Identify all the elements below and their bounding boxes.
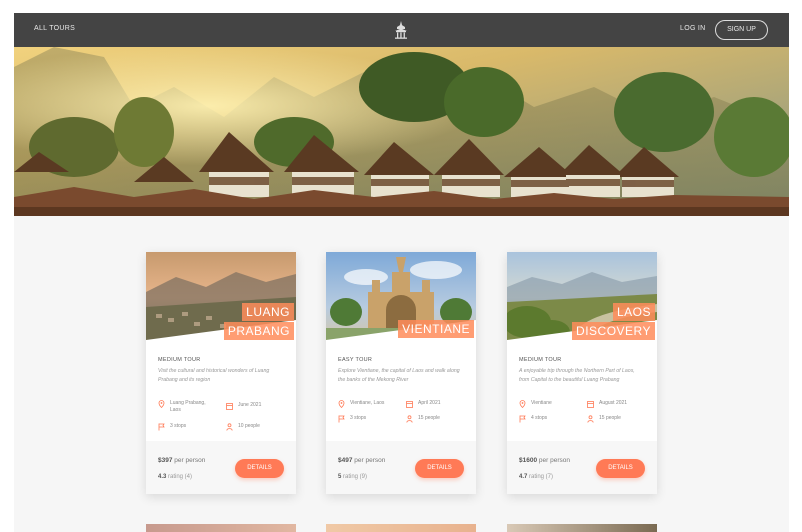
card-title-line: DISCOVERY: [572, 322, 655, 340]
price: $497 per person: [338, 457, 385, 464]
details-button[interactable]: DETAILS: [415, 459, 464, 478]
card-title-line: VIENTIANE: [398, 320, 474, 338]
rating-suffix: rating (7): [527, 474, 554, 480]
person-icon: [587, 415, 594, 423]
stops-info: 3 stops: [158, 423, 218, 431]
location-pin-icon: [338, 400, 345, 408]
rating: 5 rating (9): [338, 474, 367, 480]
date-info: April 2021: [406, 400, 466, 408]
card-footer: $397 per person 4.3 rating (4) DETAILS: [146, 441, 296, 494]
price-suffix: per person: [352, 457, 386, 464]
temple-logo-icon[interactable]: [394, 21, 408, 39]
tour-card-peek: [326, 524, 476, 532]
card-title-line: PRABANG: [223, 322, 294, 340]
price-suffix: per person: [537, 457, 570, 464]
tour-card-peek: [507, 524, 657, 532]
stops-info: 3 stops: [338, 415, 398, 423]
rating-suffix: rating (4): [166, 474, 193, 480]
location-pin-icon: [519, 400, 526, 408]
card-description: A enjoyable trip through the Northern Pa…: [519, 368, 635, 383]
stops-text: 3 stops: [350, 415, 367, 421]
location-text: Vientiane: [531, 400, 552, 406]
card-description: Visit the cultural and historical wonder…: [158, 368, 270, 383]
flag-icon: [338, 415, 345, 423]
location-text: Vientiane, Laos: [350, 400, 385, 406]
card-title: LAOS DISCOVERY: [572, 302, 655, 340]
location-info: Luang Prabang, Laos: [158, 400, 214, 413]
stops-text: 4 stops: [531, 415, 548, 421]
card-title: LUANG PRABANG: [223, 302, 294, 340]
login-link[interactable]: LOG IN: [680, 25, 706, 32]
card-footer: $497 per person 5 rating (9) DETAILS: [326, 441, 476, 494]
people-info: 10 people: [226, 423, 286, 431]
location-info: Vientiane, Laos: [338, 400, 398, 408]
rating: 4.7 rating (7): [519, 474, 553, 480]
all-tours-link[interactable]: ALL TOURS: [34, 25, 75, 32]
calendar-icon: [587, 401, 594, 408]
tour-card-peek: [146, 524, 296, 532]
price: $397 per person: [158, 457, 205, 464]
people-text: 15 people: [599, 415, 621, 421]
page: ALL TOURS LOG IN SIGN UP LUANG PRABANG M…: [14, 13, 789, 532]
price-suffix: per person: [172, 457, 206, 464]
calendar-icon: [226, 403, 233, 410]
card-footer: $1600 per person 4.7 rating (7) DETAILS: [507, 441, 657, 494]
date-info: June 2021: [226, 402, 286, 410]
card-title-line: LAOS: [612, 303, 655, 321]
signup-button[interactable]: SIGN UP: [715, 20, 768, 40]
difficulty-label: EASY TOUR: [338, 357, 373, 363]
people-text: 15 people: [418, 415, 440, 421]
hero-image: [14, 47, 789, 216]
date-text: June 2021: [238, 402, 262, 408]
flag-icon: [158, 423, 165, 431]
tour-card[interactable]: LUANG PRABANG MEDIUM TOUR Visit the cult…: [146, 252, 296, 494]
details-button[interactable]: DETAILS: [596, 459, 645, 478]
price-value: $1600: [519, 457, 538, 464]
difficulty-label: MEDIUM TOUR: [158, 357, 201, 363]
difficulty-label: MEDIUM TOUR: [519, 357, 562, 363]
location-info: Vientiane: [519, 400, 579, 408]
stops-text: 3 stops: [170, 423, 187, 429]
date-text: April 2021: [418, 400, 441, 406]
person-icon: [226, 423, 233, 431]
card-title-line: LUANG: [242, 303, 294, 321]
rating: 4.3 rating (4): [158, 474, 192, 480]
card-title: VIENTIANE: [398, 302, 474, 338]
price: $1600 per person: [519, 457, 570, 464]
location-pin-icon: [158, 400, 165, 408]
people-text: 10 people: [238, 423, 260, 429]
person-icon: [406, 415, 413, 423]
people-info: 15 people: [406, 415, 466, 423]
tour-card[interactable]: LAOS DISCOVERY MEDIUM TOUR A enjoyable t…: [507, 252, 657, 494]
calendar-icon: [406, 401, 413, 408]
date-text: August 2021: [599, 400, 628, 406]
flag-icon: [519, 415, 526, 423]
price-value: $397: [158, 457, 173, 464]
people-info: 15 people: [587, 415, 647, 423]
details-button[interactable]: DETAILS: [235, 459, 284, 478]
tour-card[interactable]: VIENTIANE EASY TOUR Explore Vientiane, t…: [326, 252, 476, 494]
stops-info: 4 stops: [519, 415, 579, 423]
rating-suffix: rating (9): [341, 474, 368, 480]
top-nav: ALL TOURS LOG IN SIGN UP: [14, 13, 789, 47]
card-description: Explore Vientiane, the capital of Laos a…: [338, 368, 460, 383]
price-value: $497: [338, 457, 353, 464]
location-text: Luang Prabang, Laos: [170, 400, 206, 413]
date-info: August 2021: [587, 400, 647, 408]
